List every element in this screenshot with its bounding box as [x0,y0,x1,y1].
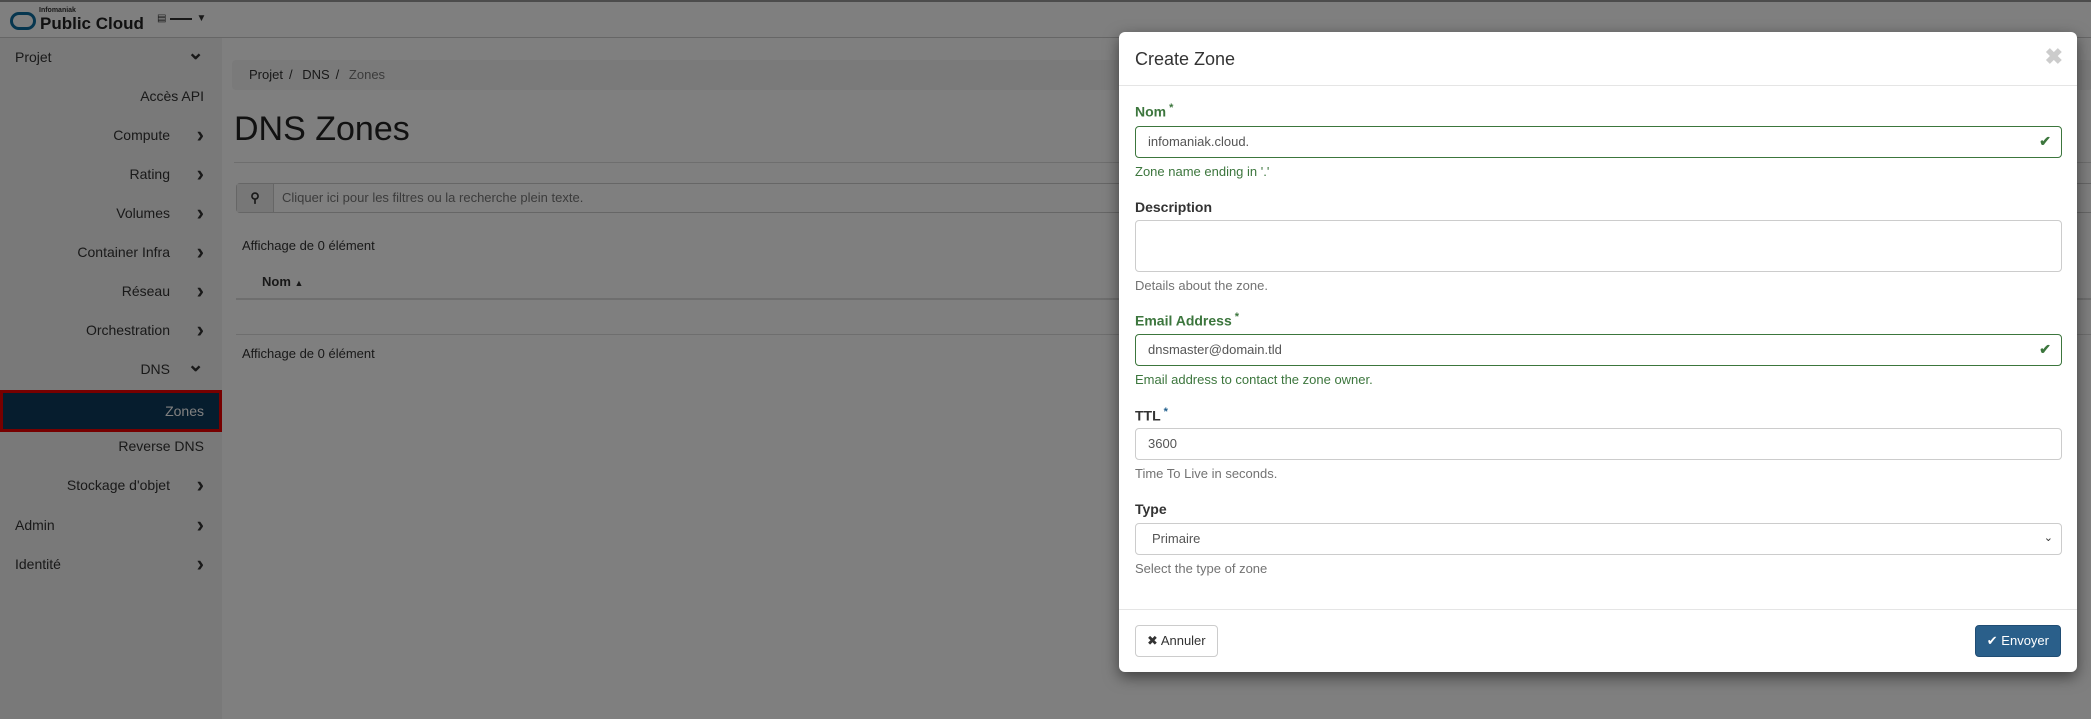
modal-title: Create Zone [1119,32,2077,86]
ttl-input[interactable]: 3600 [1135,428,2062,460]
type-select[interactable]: Primaire ⌄ [1135,523,2062,555]
email-label: Email Address * [1135,311,1240,329]
check-icon: ✔ [2039,341,2051,357]
email-input[interactable]: dnsmaster@domain.tld ✔ [1135,334,2062,366]
name-label: Nom * [1135,102,1174,120]
modal-footer-divider [1119,609,2077,610]
ttl-help: Time To Live in seconds. [1135,466,1278,481]
name-help: Zone name ending in '.' [1135,164,1270,179]
check-icon: ✔ [2039,133,2051,149]
email-help: Email address to contact the zone owner. [1135,372,1373,387]
name-input[interactable]: infomaniak.cloud. ✔ [1135,126,2062,158]
close-icon: ✖ [1147,633,1158,648]
description-textarea[interactable] [1135,220,2062,272]
close-icon[interactable]: ✖ [2045,44,2063,70]
type-help: Select the type of zone [1135,561,1268,576]
type-label: Type [1135,501,1167,517]
create-zone-modal: Create Zone ✖ Nom * infomaniak.cloud. ✔ Zo… [1119,32,2077,672]
ttl-label: TTL * [1135,406,1168,424]
cancel-button[interactable]: ✖ Annuler [1135,625,1218,657]
check-icon: ✔ [1986,633,1998,648]
description-label: Description [1135,199,1213,215]
description-help: Details about the zone. [1135,278,1268,293]
chevron-down-icon: ⌄ [2043,532,2053,544]
submit-button[interactable]: ✔ Envoyer [1974,625,2061,657]
